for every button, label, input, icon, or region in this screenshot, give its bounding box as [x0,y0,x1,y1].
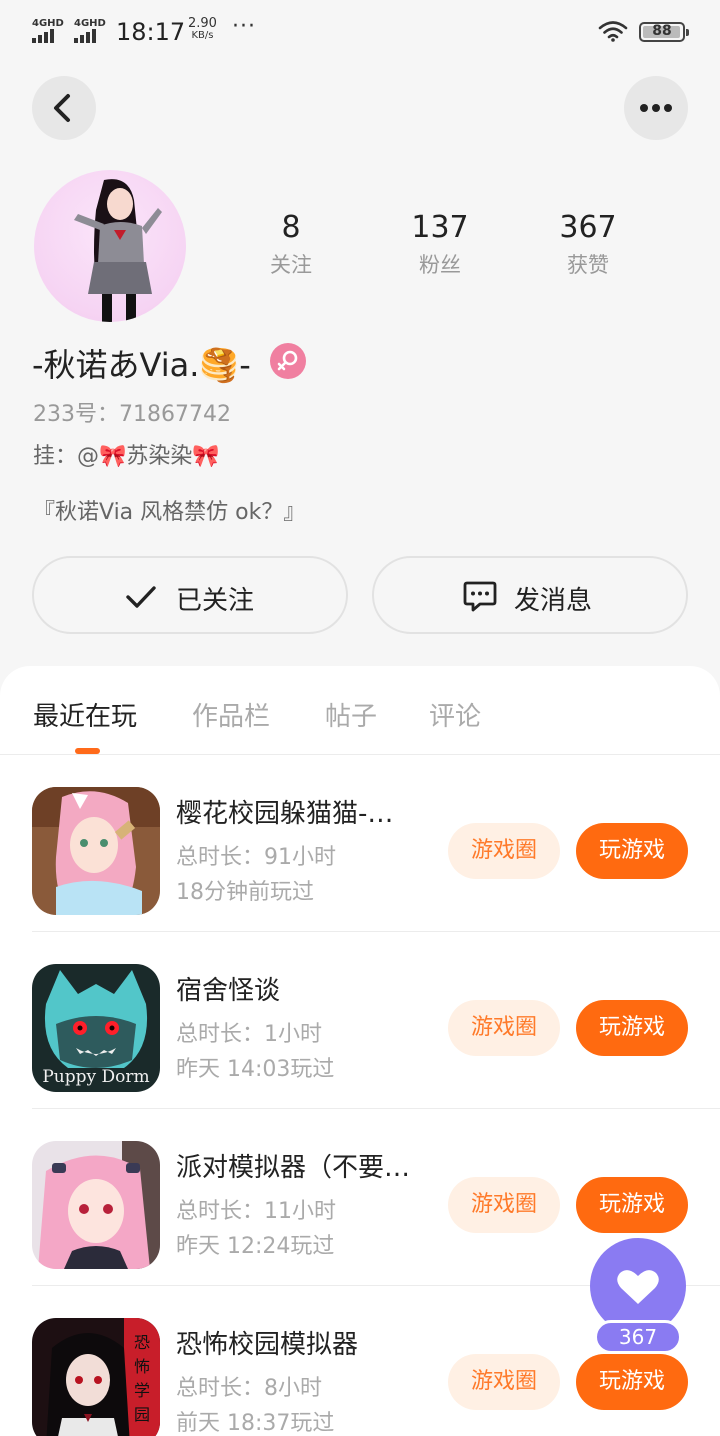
tab-works[interactable]: 作品栏 [192,696,270,733]
send-message-label: 发消息 [514,586,593,616]
network-type-label: 4GHD [32,18,64,29]
back-button[interactable] [32,76,96,140]
game-icon-text: 园 [134,1405,150,1424]
tab-recently-played[interactable]: 最近在玩 [33,696,137,733]
game-icon-text: 恐 [134,1333,150,1352]
game-title: 樱花校园躲猫猫-… [176,799,394,829]
female-gender-icon [270,343,306,379]
followed-button[interactable]: 已关注 [32,556,348,634]
tab-posts[interactable]: 帖子 [325,696,377,733]
stat-label: 粉丝 [419,253,461,277]
game-duration: 总时长：1小时 [176,1022,322,1047]
game-icon: 恐 怖 学 园 [32,1318,160,1436]
stat-label: 关注 [270,253,312,277]
hang-tag: 挂：@🎀苏染染🎀 [33,444,220,469]
game-circle-button[interactable]: 游戏圈 [448,823,560,879]
game-last-played: 18分钟前玩过 [176,880,314,905]
chat-bubble-icon [463,581,497,612]
avatar-character-image [74,179,162,322]
tab-comments[interactable]: 评论 [429,696,481,733]
user-id: 233号：71867742 [33,402,231,427]
play-game-button[interactable]: 玩游戏 [576,823,688,879]
stat-value: 137 [411,210,469,245]
nickname: -秋诺あVia.🥞- [32,346,251,384]
stat-value: 8 [281,210,301,245]
signal-indicator-2: 4GHD [74,16,106,43]
network-speed-unit: KB/s [191,30,214,41]
battery-level: 88 [652,23,672,39]
game-last-played: 昨天 12:24玩过 [176,1234,335,1259]
play-game-button[interactable]: 玩游戏 [576,1354,688,1410]
stat-value: 367 [559,210,617,245]
more-dots-icon [640,104,672,112]
game-icon [32,787,160,915]
game-icon-text: Puppy Dorm [42,1067,149,1087]
avatar[interactable] [34,170,186,322]
game-icon-text: 学 [134,1381,150,1400]
like-count-badge: 367 [594,1320,682,1354]
checkmark-icon [126,586,156,608]
battery-icon: 88 [639,22,689,42]
game-duration: 总时长：91小时 [176,845,336,870]
send-message-button[interactable]: 发消息 [372,556,688,634]
wifi-icon [598,21,628,42]
stat-fans[interactable]: 137 粉丝 [380,210,500,279]
followed-button-label: 已关注 [176,586,255,616]
stat-following[interactable]: 8 关注 [231,210,351,279]
play-game-button[interactable]: 玩游戏 [576,1177,688,1233]
network-speed-value: 2.90 [188,16,217,31]
bio: 『秋诺Via 风格禁仿 ok？』 [33,500,306,525]
game-row[interactable]: 樱花校园躲猫猫-… 总时长：91小时 18分钟前玩过 游戏圈 玩游戏 [0,755,720,932]
game-title: 派对模拟器（不要… [176,1153,411,1183]
game-duration: 总时长：8小时 [176,1376,322,1401]
network-type-label: 4GHD [74,18,106,29]
game-icon: Puppy Dorm [32,964,160,1092]
game-last-played: 昨天 14:03玩过 [176,1057,335,1082]
game-circle-button[interactable]: 游戏圈 [448,1177,560,1233]
signal-bars-icon [74,29,104,43]
clock: 18:17 [116,18,186,46]
play-game-button[interactable]: 玩游戏 [576,1000,688,1056]
game-duration: 总时长：11小时 [176,1199,336,1224]
game-last-played: 前天 18:37玩过 [176,1411,335,1436]
game-row[interactable]: Puppy Dorm 宿舍怪谈 总时长：1小时 昨天 14:03玩过 游戏圈 玩… [0,932,720,1109]
status-more-icon: ··· [232,14,256,39]
game-title: 恐怖校园模拟器 [176,1330,359,1360]
more-button[interactable] [624,76,688,140]
stat-likes[interactable]: 367 获赞 [528,210,648,279]
game-circle-button[interactable]: 游戏圈 [448,1000,560,1056]
game-icon [32,1141,160,1269]
game-icon-text: 怖 [134,1357,150,1376]
network-speed: 2.90 KB/s [188,16,217,42]
status-bar: 4GHD 4GHD 18:17 2.90 KB/s ··· 88 [0,0,720,64]
signal-bars-icon [32,29,62,43]
stat-label: 获赞 [567,253,609,277]
game-title: 宿舍怪谈 [176,976,281,1006]
chevron-left-icon [54,94,70,122]
signal-indicator-1: 4GHD [32,16,64,43]
game-circle-button[interactable]: 游戏圈 [448,1354,560,1410]
